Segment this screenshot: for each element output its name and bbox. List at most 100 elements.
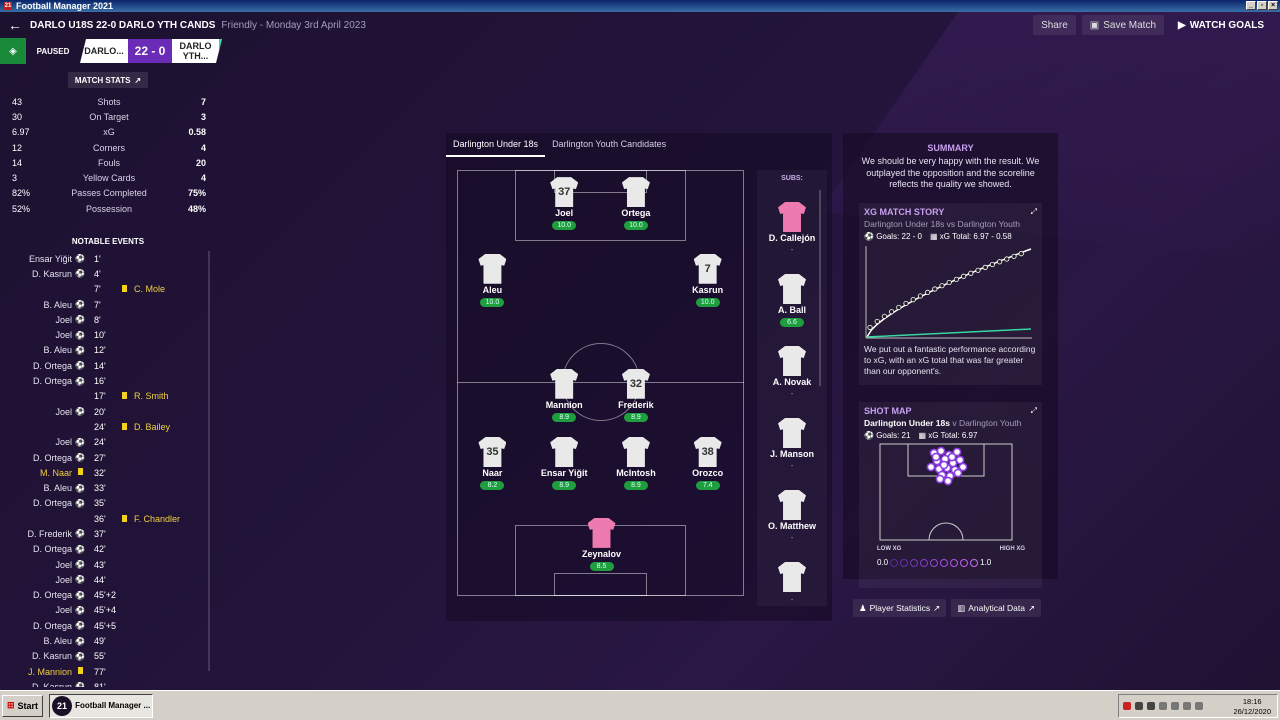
sub-player-token[interactable]: D. Callejón - bbox=[762, 202, 822, 255]
header-actions: Share ▣ Save Match ▶ WATCH GOALS bbox=[1033, 15, 1272, 35]
away-team-short: DARLO YTH... bbox=[172, 39, 222, 63]
event-row: Joel ⚽ 10' bbox=[0, 327, 216, 342]
event-time: 1' bbox=[94, 253, 101, 264]
shot-goals: Goals: 21 bbox=[876, 431, 911, 440]
event-row: D. Kasrun ⚽ 55' bbox=[0, 649, 216, 664]
goal-icon: ⚽ bbox=[75, 254, 85, 264]
save-match-button[interactable]: ▣ Save Match bbox=[1081, 15, 1165, 35]
sub-player-token[interactable]: - bbox=[762, 562, 822, 605]
match-stats-table: 43 Shots 7 30 On Target 3 6.97 xG 0.58 12 Corners 4… bbox=[12, 94, 206, 216]
player-token[interactable]: Mannion 8.9 bbox=[534, 368, 594, 422]
goal-marker bbox=[997, 259, 1003, 265]
player-token[interactable]: Ortega 10.0 bbox=[606, 177, 666, 231]
player-token[interactable]: Zeynalov 8.5 bbox=[572, 517, 632, 571]
event-time: 42' bbox=[94, 544, 106, 555]
windows-logo-icon: ⊞ bbox=[7, 700, 15, 710]
event-home-player: Joel bbox=[55, 314, 72, 325]
tab-team-away[interactable]: Darlington Youth Candidates bbox=[545, 133, 673, 157]
stat-home-value: 52% bbox=[12, 203, 31, 214]
event-time: 20' bbox=[94, 406, 106, 417]
tab-team-home[interactable]: Darlington Under 18s bbox=[446, 133, 546, 157]
start-button[interactable]: ⊞ Start bbox=[2, 694, 44, 717]
stat-home-value: 43 bbox=[12, 96, 23, 107]
xg-legend-scale: 0.0 1.0 bbox=[877, 558, 1027, 567]
event-row: Joel ⚽ 44' bbox=[0, 572, 216, 587]
event-time: 36' bbox=[94, 513, 106, 524]
events-scrollbar[interactable] bbox=[208, 251, 210, 671]
xg-subtitle: Darlington Under 18s vs Darlington Youth bbox=[864, 219, 1020, 229]
event-row: B. Aleu ⚽ 49' bbox=[0, 633, 216, 648]
xg-icon: ▦ bbox=[930, 232, 940, 241]
xg-scale-dot bbox=[890, 558, 899, 567]
player-statistics-button[interactable]: ♟ Player Statistics ↗ bbox=[853, 599, 947, 617]
player-token[interactable]: McIntosh 8.9 bbox=[606, 436, 666, 490]
event-time: 14' bbox=[94, 360, 106, 371]
app-icon: 21 bbox=[4, 2, 12, 10]
event-row: D. Ortega ⚽ 16' bbox=[0, 373, 216, 388]
pitch: 37 Joel 10.0 Ortega 10.0 Aleu 10.0 7 Kasrun 10.0 M… bbox=[457, 170, 744, 596]
event-away-player: R. Smith bbox=[134, 391, 169, 402]
player-token[interactable]: 37 Joel 10.0 bbox=[534, 177, 594, 231]
left-panel: MATCH STATS ↗ 43 Shots 7 30 On Target 3 6.97 xG 0… bbox=[0, 68, 216, 688]
event-time: 8' bbox=[94, 314, 101, 325]
sub-player-token[interactable]: O. Matthew - bbox=[762, 490, 822, 543]
event-row: D. Kasrun ⚽ 4' bbox=[0, 266, 216, 281]
shirt-icon bbox=[621, 436, 650, 467]
restore-icon[interactable]: ▫ bbox=[1257, 1, 1267, 10]
watch-goals-button[interactable]: ▶ WATCH GOALS bbox=[1170, 15, 1272, 35]
xg-meta: ⚽ Goals: 22 - 0 ▦ xG Total: 6.97 - 0.58 bbox=[859, 229, 1042, 244]
tray-icon[interactable] bbox=[1183, 702, 1191, 710]
back-arrow-icon[interactable]: ← bbox=[0, 17, 30, 33]
taskbar-clock[interactable]: 18:16 26/12/2020 bbox=[1233, 697, 1271, 717]
analytical-data-button[interactable]: ▥ Analytical Data ↗ bbox=[951, 599, 1042, 617]
expand-icon[interactable]: ⤢ bbox=[1031, 207, 1037, 217]
player-token[interactable]: 32 Frederik 8.9 bbox=[606, 368, 666, 422]
player-token[interactable]: 35 Naar 8.2 bbox=[462, 436, 522, 490]
close-icon[interactable]: × bbox=[1268, 1, 1278, 10]
minimize-icon[interactable]: _ bbox=[1246, 1, 1256, 10]
window-title-bar: 21 Football Manager 2021 _ ▫ × bbox=[0, 0, 1280, 12]
substitutes-panel: SUBS: D. Callejón - A. Ball 6.6 A. Novak - J. … bbox=[757, 170, 827, 606]
sub-player-token[interactable]: J. Manson - bbox=[762, 418, 822, 471]
match-stats-button[interactable]: MATCH STATS ↗ bbox=[68, 72, 148, 88]
stat-away-value: 20 bbox=[195, 157, 206, 168]
taskbar-app-football-manager[interactable]: 21 Football Manager ... bbox=[49, 693, 154, 718]
shirt-icon bbox=[478, 253, 507, 284]
club-badge-icon[interactable]: ◈ bbox=[0, 38, 26, 64]
xg-scale-dot bbox=[930, 558, 939, 567]
shot-map-card[interactable]: SHOT MAP ⤢ Darlington Under 18s v Darlin… bbox=[859, 402, 1042, 588]
event-time: 44' bbox=[94, 574, 106, 585]
xg-goals: Goals: 22 - 0 bbox=[876, 232, 922, 241]
shot-map-title: SHOT MAP bbox=[864, 406, 912, 416]
tray-icon[interactable] bbox=[1159, 702, 1167, 710]
tray-icon[interactable] bbox=[1123, 702, 1131, 710]
share-button[interactable]: Share bbox=[1033, 15, 1076, 35]
xg-timeline-chart bbox=[865, 246, 1032, 339]
player-token[interactable]: Aleu 10.0 bbox=[462, 253, 522, 307]
shirt-icon bbox=[587, 517, 616, 548]
expand-icon[interactable]: ⤢ bbox=[1031, 406, 1037, 416]
speaker-icon[interactable] bbox=[1195, 702, 1203, 710]
tray-icon[interactable] bbox=[1147, 702, 1155, 710]
tray-icon[interactable] bbox=[1171, 702, 1179, 710]
event-time: 17' bbox=[94, 391, 106, 402]
goal-marker bbox=[888, 309, 895, 315]
window-controls: _ ▫ × bbox=[1246, 1, 1278, 10]
yellow-card-icon bbox=[72, 667, 88, 676]
score-strip: ◈ PAUSED DARLO... 22 - 0 DARLO YTH... bbox=[0, 38, 222, 64]
event-row: M. Naar 32' bbox=[0, 465, 216, 480]
event-time: 10' bbox=[94, 330, 106, 341]
player-token[interactable]: 7 Kasrun 10.0 bbox=[678, 253, 738, 307]
goal-marker bbox=[874, 318, 880, 325]
stat-label: On Target bbox=[89, 111, 129, 122]
xg-match-story-card[interactable]: XG MATCH STORY ⤢ Darlington Under 18s vs… bbox=[859, 203, 1042, 385]
tray-icon[interactable] bbox=[1135, 702, 1143, 710]
player-token[interactable]: Ensar Yiğit 8.9 bbox=[534, 436, 594, 490]
player-name: Mannion bbox=[545, 399, 583, 410]
sub-player-token[interactable]: A. Ball 6.6 bbox=[762, 274, 822, 327]
sub-player-token[interactable]: A. Novak - bbox=[762, 346, 822, 399]
player-token[interactable]: 38 Orozco 7.4 bbox=[678, 436, 738, 490]
high-xg-label: HIGH XG bbox=[999, 546, 1025, 552]
sub-player-rating: - bbox=[790, 535, 794, 542]
home-team-short: DARLO... bbox=[80, 39, 128, 63]
